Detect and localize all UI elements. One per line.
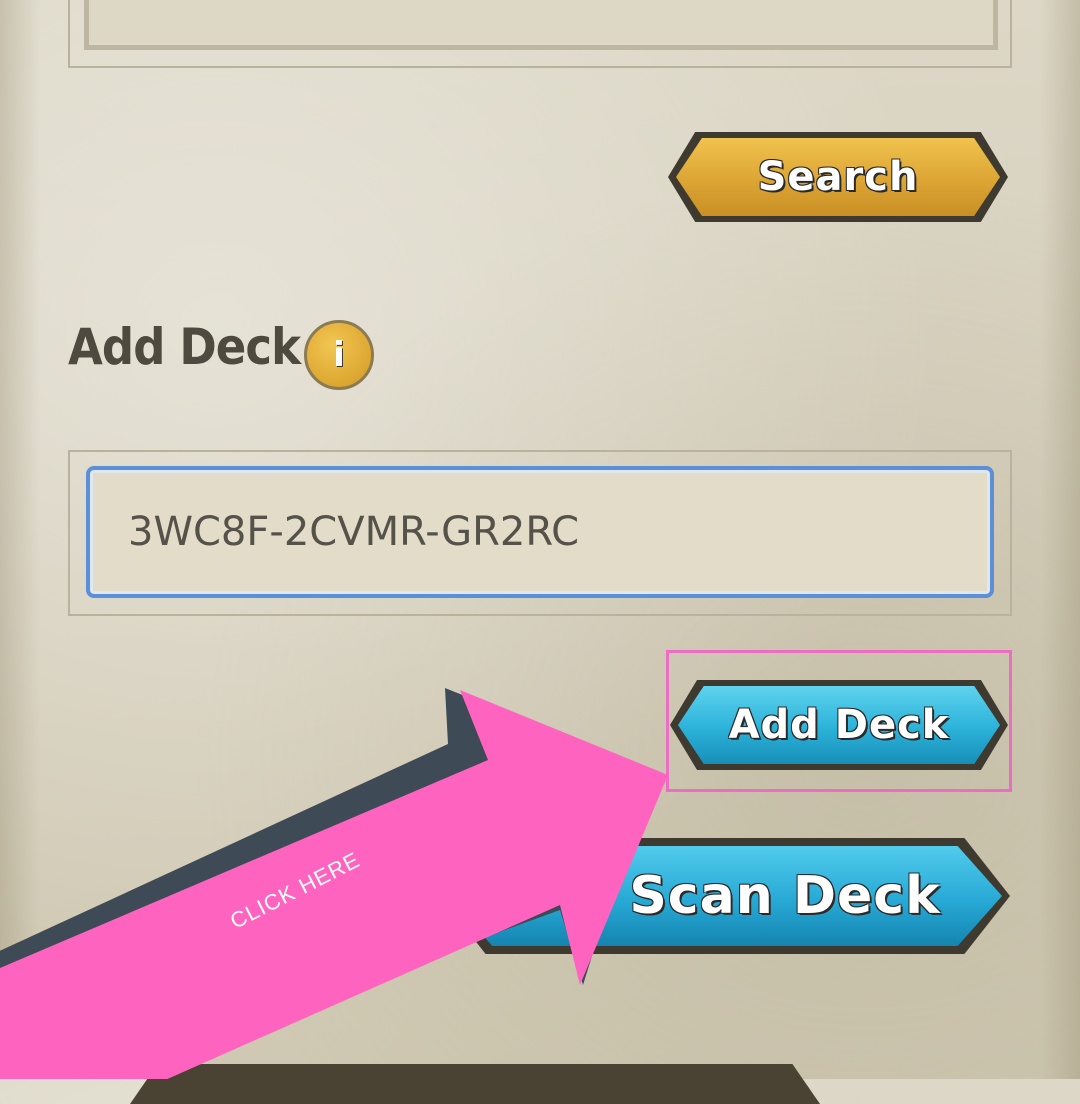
add-deck-button-label: Add Deck [728,702,950,748]
add-deck-heading: Add Deck [68,318,301,376]
parchment-edge-right [1040,0,1080,1079]
parchment-edge-left [0,0,40,1079]
info-icon[interactable]: i [304,320,374,390]
deck-code-value: 3WC8F-2CVMR-GR2RC [128,509,580,555]
search-button-label: Search [757,154,919,200]
info-icon-glyph: i [333,335,345,375]
top-text-field[interactable] [84,0,998,50]
arrow-label: CLICK HERE [226,846,365,934]
scan-deck-button-label: Scan Deck [629,866,941,926]
scan-deck-button[interactable]: Scan Deck [448,846,1002,946]
add-deck-button[interactable]: Add Deck [678,686,1000,764]
bottom-button-edge [130,1064,820,1104]
search-button[interactable]: Search [676,138,1000,216]
deck-code-input[interactable]: 3WC8F-2CVMR-GR2RC [86,466,994,598]
